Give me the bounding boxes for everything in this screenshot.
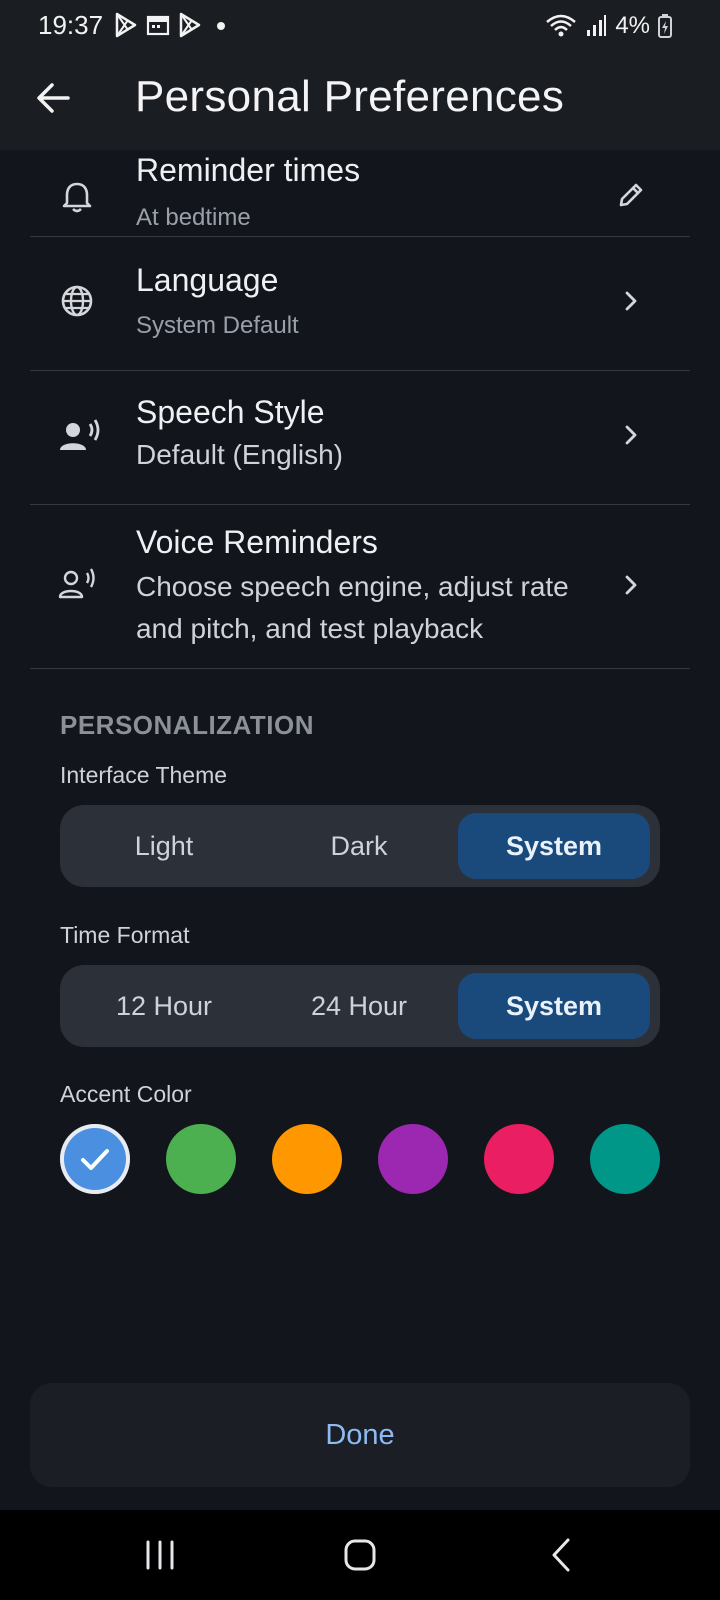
calendar-icon xyxy=(146,15,170,36)
battery-icon xyxy=(658,14,672,38)
check-icon xyxy=(81,1149,109,1170)
accent-swatch-teal[interactable] xyxy=(590,1124,660,1194)
battery-percent: 4% xyxy=(615,12,650,39)
globe-icon xyxy=(61,285,93,317)
accent-color-label: Accent Color xyxy=(60,1081,192,1107)
time-format-selector: 12 Hour 24 Hour System xyxy=(60,965,660,1047)
system-nav-bar xyxy=(0,1510,720,1600)
accent-swatch-orange[interactable] xyxy=(272,1124,342,1194)
settings-item-title: Reminder times xyxy=(136,152,361,188)
play-store-icon xyxy=(179,12,201,38)
settings-item-subtitle: System Default xyxy=(136,312,299,339)
play-store-icon xyxy=(115,12,137,38)
settings-item-speech-style[interactable]: Speech Style Default (English) xyxy=(30,370,690,505)
settings-item-subtitle: At bedtime xyxy=(136,204,251,231)
signal-icon xyxy=(587,15,607,36)
back-icon[interactable] xyxy=(532,1532,592,1578)
chevron-right-icon xyxy=(625,291,637,311)
status-bar: 19:37 4% xyxy=(0,0,720,54)
settings-item-title: Language xyxy=(136,262,279,298)
chevron-right-icon xyxy=(625,575,637,595)
settings-item-subtitle: Default (English) xyxy=(136,439,343,470)
done-button[interactable]: Done xyxy=(30,1383,690,1487)
person-voice-outline-icon xyxy=(58,568,95,599)
settings-item-reminder-times[interactable]: Reminder times At bedtime xyxy=(30,150,690,237)
theme-label: Interface Theme xyxy=(60,762,228,788)
settings-item-language[interactable]: Language System Default xyxy=(30,236,690,371)
theme-option-light[interactable]: Light xyxy=(68,813,260,879)
settings-item-title: Voice Reminders xyxy=(136,524,378,560)
theme-selector: Light Dark System xyxy=(60,805,660,887)
settings-item-title: Speech Style xyxy=(136,394,325,430)
section-header-personalization: PERSONALIZATION xyxy=(60,710,315,740)
dot-icon xyxy=(217,22,225,30)
recents-icon[interactable] xyxy=(130,1532,190,1578)
theme-option-system[interactable]: System xyxy=(458,813,650,879)
accent-swatch-blue[interactable] xyxy=(60,1124,130,1194)
wifi-icon xyxy=(546,14,577,37)
status-notification-icons xyxy=(114,12,232,38)
back-button[interactable] xyxy=(30,74,78,122)
settings-item-voice-reminders[interactable]: Voice Reminders Choose speech engine, ad… xyxy=(30,504,690,669)
accent-swatch-purple[interactable] xyxy=(378,1124,448,1194)
bell-icon xyxy=(62,182,92,213)
time-format-label: Time Format xyxy=(60,922,190,948)
time-format-option-12-hour[interactable]: 12 Hour xyxy=(68,973,260,1039)
settings-item-subtitle: Choose speech engine, adjust rate and pi… xyxy=(136,571,569,644)
person-voice-icon xyxy=(60,419,100,450)
arrow-left-icon xyxy=(37,83,70,113)
time-format-option-system[interactable]: System xyxy=(458,973,650,1039)
status-right: 4% xyxy=(545,12,672,40)
accent-swatch-pink[interactable] xyxy=(484,1124,554,1194)
page-title: Personal Preferences xyxy=(135,72,565,121)
status-time: 19:37 xyxy=(38,10,104,40)
theme-option-dark[interactable]: Dark xyxy=(263,813,455,879)
home-icon[interactable] xyxy=(330,1532,390,1578)
pencil-icon[interactable] xyxy=(616,180,646,210)
accent-swatch-green[interactable] xyxy=(166,1124,236,1194)
chevron-right-icon xyxy=(625,425,637,445)
app-bar: Personal Preferences xyxy=(0,54,720,150)
time-format-option-24-hour[interactable]: 24 Hour xyxy=(263,973,455,1039)
settings-content: Reminder times At bedtime Language Syste… xyxy=(0,150,720,1480)
